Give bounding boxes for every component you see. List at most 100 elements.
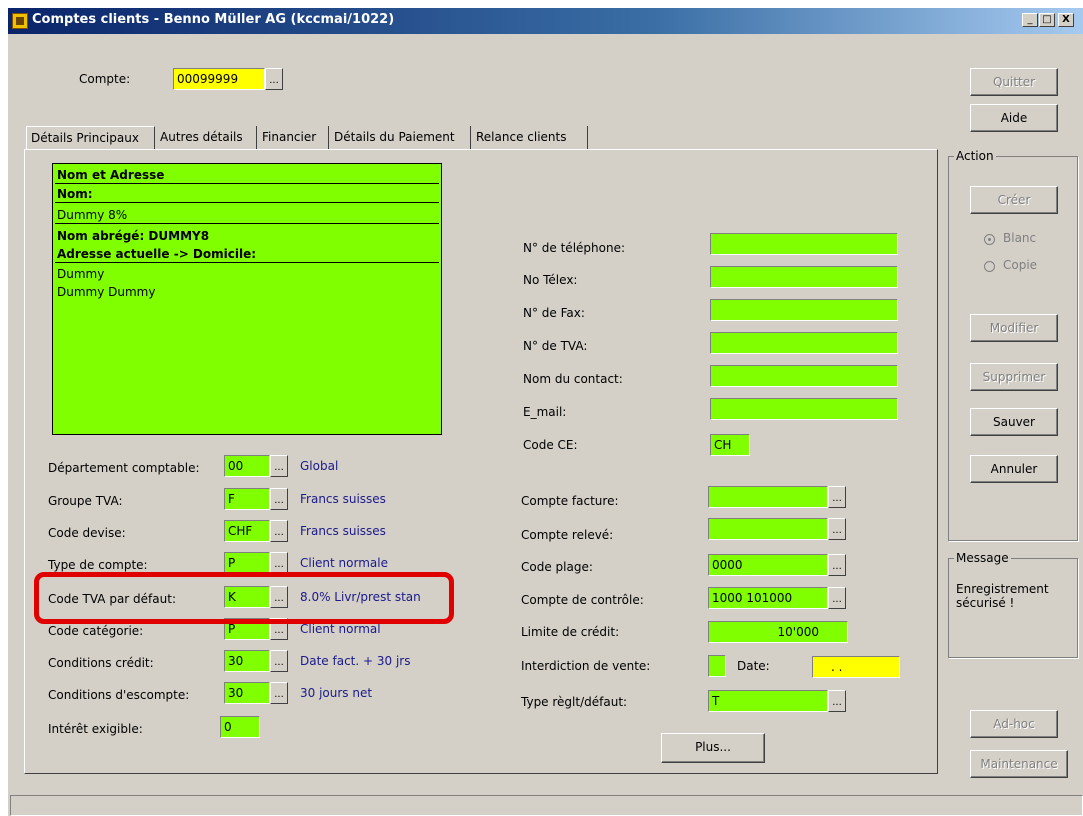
tab-financier[interactable]: Financier bbox=[258, 126, 329, 150]
cancel-button[interactable]: Annuler bbox=[970, 455, 1058, 483]
conditions-escompte-browse-button[interactable]: ... bbox=[270, 682, 288, 704]
conditions-credit-browse-button[interactable]: ... bbox=[270, 650, 288, 672]
email-label: E_mail: bbox=[523, 405, 567, 419]
action-group-title: Action bbox=[954, 149, 996, 163]
name-address-panel[interactable]: Nom et Adresse Nom: Dummy 8% Nom abrégé:… bbox=[52, 163, 442, 435]
quit-button[interactable]: Quitter bbox=[970, 68, 1058, 96]
blank-radio[interactable] bbox=[984, 234, 995, 245]
groupe-tva-label: Groupe TVA: bbox=[48, 494, 123, 508]
code-plage-label: Code plage: bbox=[521, 560, 593, 574]
name-address-header: Nom et Adresse bbox=[55, 166, 439, 184]
conditions-escompte-desc: 30 jours net bbox=[300, 686, 373, 700]
code-devise-browse-button[interactable]: ... bbox=[270, 520, 288, 542]
name-label: Nom: bbox=[55, 185, 439, 203]
address-line-2: Dummy Dummy bbox=[57, 285, 156, 299]
window-title: Comptes clients - Benno Müller AG (kccma… bbox=[32, 12, 395, 27]
email-input[interactable] bbox=[710, 398, 898, 420]
groupe-tva-browse-button[interactable]: ... bbox=[270, 488, 288, 510]
delete-button[interactable]: Supprimer bbox=[970, 363, 1058, 391]
type-compte-desc: Client normale bbox=[300, 556, 388, 570]
short-name: Nom abrégé: DUMMY8 bbox=[57, 229, 210, 243]
account-input[interactable]: 00099999 bbox=[173, 68, 265, 90]
tab-autres-details[interactable]: Autres détails bbox=[156, 126, 257, 150]
create-button[interactable]: Créer bbox=[970, 186, 1058, 214]
adhoc-button[interactable]: Ad-hoc bbox=[970, 710, 1058, 738]
conditions-credit-label: Conditions crédit: bbox=[48, 656, 154, 670]
limite-credit-input[interactable]: 10'000 bbox=[708, 621, 848, 643]
compte-facture-input[interactable] bbox=[708, 486, 828, 508]
account-label: Compte: bbox=[79, 72, 131, 86]
type-compte-browse-button[interactable]: ... bbox=[270, 552, 288, 574]
code-categorie-label: Code catégorie: bbox=[48, 624, 144, 638]
message-group-title: Message bbox=[954, 551, 1011, 565]
help-button[interactable]: Aide bbox=[970, 104, 1058, 132]
address-label: Adresse actuelle -> Domicile: bbox=[55, 245, 439, 263]
code-plage-browse-button[interactable]: ... bbox=[828, 554, 846, 576]
telex-label: No Télex: bbox=[523, 273, 578, 287]
fax-label: N° de Fax: bbox=[523, 306, 585, 320]
compte-controle-browse-button[interactable]: ... bbox=[828, 587, 846, 609]
contact-name-label: Nom du contact: bbox=[523, 372, 623, 386]
date-label: Date: bbox=[737, 659, 770, 673]
departement-browse-button[interactable]: ... bbox=[270, 455, 288, 477]
title-bar[interactable]: Comptes clients - Benno Müller AG (kccma… bbox=[8, 8, 1083, 34]
highlight-annotation bbox=[34, 572, 454, 624]
compte-releve-label: Compte relevé: bbox=[521, 528, 614, 542]
interet-exigible-label: Intérêt exigible: bbox=[48, 722, 143, 736]
minimize-button[interactable]: _ bbox=[1022, 13, 1038, 27]
message-text-line-1: Enregistrement bbox=[956, 582, 1049, 596]
groupe-tva-input[interactable]: F bbox=[224, 488, 270, 510]
maintenance-button[interactable]: Maintenance bbox=[970, 750, 1068, 778]
fax-input[interactable] bbox=[710, 299, 898, 321]
address-line-1: Dummy bbox=[57, 267, 105, 281]
tva-number-label: N° de TVA: bbox=[523, 339, 588, 353]
plus-button[interactable]: Plus... bbox=[661, 733, 765, 763]
type-reglt-input[interactable]: T bbox=[708, 690, 828, 712]
conditions-credit-input[interactable]: 30 bbox=[224, 650, 270, 672]
groupe-tva-desc: Francs suisses bbox=[300, 492, 386, 506]
compte-controle-input[interactable]: 1000 101000 bbox=[708, 587, 828, 609]
copy-radio-label: Copie bbox=[1003, 258, 1038, 272]
type-compte-input[interactable]: P bbox=[224, 552, 270, 574]
modify-button[interactable]: Modifier bbox=[970, 314, 1058, 342]
date-input[interactable]: . . bbox=[812, 656, 900, 678]
save-button[interactable]: Sauver bbox=[970, 408, 1058, 436]
code-devise-input[interactable]: CHF bbox=[224, 520, 270, 542]
telephone-input[interactable] bbox=[710, 233, 898, 255]
close-button[interactable]: X bbox=[1058, 13, 1074, 27]
code-plage-input[interactable]: 0000 bbox=[708, 554, 828, 576]
account-browse-button[interactable]: ... bbox=[265, 68, 283, 90]
code-ce-input[interactable]: CH bbox=[710, 434, 750, 456]
departement-desc: Global bbox=[300, 459, 339, 473]
limite-credit-label: Limite de crédit: bbox=[521, 625, 620, 639]
interdiction-vente-checkbox[interactable] bbox=[708, 655, 726, 677]
blank-radio-label: Blanc bbox=[1003, 231, 1037, 245]
conditions-escompte-label: Conditions d'escompte: bbox=[48, 688, 190, 702]
departement-input[interactable]: 00 bbox=[224, 455, 270, 477]
compte-releve-input[interactable] bbox=[708, 518, 828, 540]
code-devise-desc: Francs suisses bbox=[300, 524, 386, 538]
code-categorie-desc: Client normal bbox=[300, 622, 381, 636]
tab-details-principaux[interactable]: Détails Principaux bbox=[26, 126, 155, 150]
copy-radio[interactable] bbox=[984, 261, 995, 272]
compte-releve-browse-button[interactable]: ... bbox=[828, 518, 846, 540]
tab-details-paiement[interactable]: Détails du Paiement bbox=[330, 126, 471, 150]
type-reglt-browse-button[interactable]: ... bbox=[828, 690, 846, 712]
message-text-line-2: sécurisé ! bbox=[956, 596, 1015, 610]
conditions-escompte-input[interactable]: 30 bbox=[224, 682, 270, 704]
interet-exigible-input[interactable]: 0 bbox=[220, 716, 260, 738]
conditions-credit-desc: Date fact. + 30 jrs bbox=[300, 654, 411, 668]
compte-facture-label: Compte facture: bbox=[521, 494, 619, 508]
tva-number-input[interactable] bbox=[710, 332, 898, 354]
name-value: Dummy 8% bbox=[55, 206, 439, 224]
interdiction-vente-label: Interdiction de vente: bbox=[521, 659, 651, 673]
tab-relance-clients[interactable]: Relance clients bbox=[472, 126, 588, 150]
departement-label: Département comptable: bbox=[48, 461, 200, 475]
telephone-label: N° de téléphone: bbox=[523, 241, 626, 255]
code-devise-label: Code devise: bbox=[48, 526, 126, 540]
status-bar bbox=[10, 795, 1083, 816]
contact-name-input[interactable] bbox=[710, 365, 898, 387]
maximize-button[interactable]: □ bbox=[1039, 13, 1055, 27]
compte-facture-browse-button[interactable]: ... bbox=[828, 486, 846, 508]
telex-input[interactable] bbox=[710, 266, 898, 288]
